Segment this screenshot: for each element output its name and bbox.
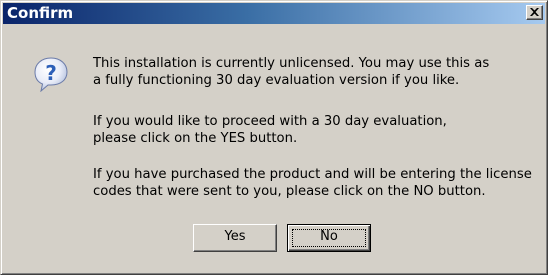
- message-line: codes that were sent to you, please clic…: [93, 184, 486, 199]
- message-line: a fully functioning 30 day evaluation ve…: [93, 73, 460, 88]
- svg-text:?: ?: [45, 61, 57, 85]
- confirm-dialog: Confirm ? This installation is currently…: [0, 0, 548, 275]
- no-button[interactable]: No: [287, 224, 371, 252]
- yes-button[interactable]: Yes: [193, 224, 277, 252]
- no-button-label: No: [320, 229, 338, 244]
- message-line: This installation is currently unlicense…: [93, 56, 490, 71]
- message-paragraph-2: If you would like to proceed with a 30 d…: [93, 113, 543, 147]
- close-button[interactable]: [526, 5, 543, 20]
- message-line: If you would like to proceed with a 30 d…: [93, 114, 447, 129]
- message-line: please click on the YES button.: [93, 131, 298, 146]
- message-paragraph-1: This installation is currently unlicense…: [93, 55, 543, 89]
- message-line: If you have purchased the product and wi…: [93, 167, 532, 182]
- title-bar[interactable]: Confirm: [3, 3, 545, 24]
- question-icon: ?: [34, 57, 68, 92]
- message-paragraph-3: If you have purchased the product and wi…: [93, 166, 543, 200]
- yes-button-label: Yes: [224, 229, 246, 244]
- close-icon: [530, 8, 539, 16]
- window-title: Confirm: [7, 4, 74, 22]
